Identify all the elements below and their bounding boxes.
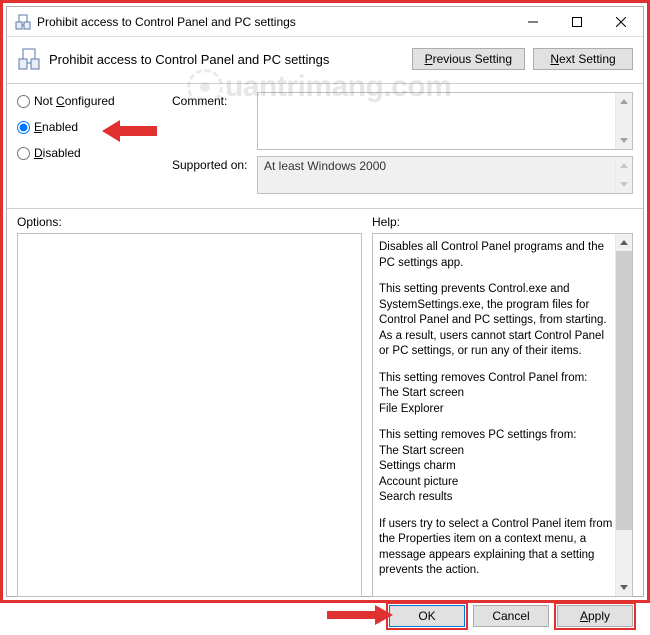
help-text: This setting removes PC settings from:: [379, 428, 616, 444]
scroll-up-icon[interactable]: [616, 93, 632, 110]
help-text: The Start screen: [379, 386, 616, 402]
window-title: Prohibit access to Control Panel and PC …: [37, 15, 511, 29]
app-icon: [15, 14, 31, 30]
titlebar: Prohibit access to Control Panel and PC …: [7, 7, 643, 37]
help-text: Account picture: [379, 475, 616, 491]
annotation-arrow-ok: [327, 603, 393, 627]
apply-button[interactable]: Apply: [557, 605, 633, 627]
help-panel: Disables all Control Panel programs and …: [372, 233, 633, 597]
scroll-down-icon[interactable]: [616, 132, 632, 149]
scrollbar-thumb[interactable]: [616, 251, 632, 530]
help-text: The Start screen: [379, 444, 616, 460]
not-configured-option[interactable]: Not Configured: [17, 94, 172, 108]
not-configured-label: Not Configured: [34, 94, 115, 108]
scroll-up-icon: [616, 157, 632, 174]
divider: [7, 208, 643, 209]
divider: [7, 83, 643, 84]
supported-scrollbar: [615, 157, 632, 193]
help-text: This setting removes Control Panel from:: [379, 371, 616, 387]
comment-label: Comment:: [172, 92, 257, 150]
previous-setting-button[interactable]: Previous Setting: [412, 48, 525, 70]
help-text: If users try to select a Control Panel i…: [379, 517, 616, 579]
enabled-radio[interactable]: [17, 121, 30, 134]
help-text: This setting prevents Control.exe and Sy…: [379, 282, 616, 360]
scroll-up-icon[interactable]: [616, 234, 632, 251]
enabled-label: Enabled: [34, 120, 78, 134]
supported-on-label: Supported on:: [172, 156, 257, 194]
header-row: Prohibit access to Control Panel and PC …: [17, 43, 633, 81]
supported-on-box: At least Windows 2000: [257, 156, 633, 194]
not-configured-radio[interactable]: [17, 95, 30, 108]
scroll-down-icon[interactable]: [616, 579, 632, 596]
scroll-down-icon: [616, 176, 632, 193]
policy-title: Prohibit access to Control Panel and PC …: [49, 52, 404, 67]
help-text: Settings charm: [379, 459, 616, 475]
disabled-label: Disabled: [34, 146, 81, 160]
options-label: Options:: [17, 215, 372, 229]
next-setting-button[interactable]: Next Setting: [533, 48, 633, 70]
annotation-arrow-enabled: [102, 116, 162, 146]
help-text: Disables all Control Panel programs and …: [379, 240, 616, 271]
help-scrollbar[interactable]: [615, 234, 632, 596]
maximize-button[interactable]: [555, 7, 599, 37]
policy-editor-window: Prohibit access to Control Panel and PC …: [6, 6, 644, 597]
help-text: File Explorer: [379, 402, 616, 418]
supported-on-value: At least Windows 2000: [264, 159, 386, 173]
options-panel: [17, 233, 362, 597]
ok-button[interactable]: OK: [389, 605, 465, 627]
window-controls: [511, 7, 643, 37]
comment-scrollbar[interactable]: [615, 93, 632, 149]
disabled-radio[interactable]: [17, 147, 30, 160]
dialog-footer: OK Cancel Apply: [17, 597, 633, 627]
comment-textarea[interactable]: [257, 92, 633, 150]
help-label: Help:: [372, 215, 400, 229]
minimize-button[interactable]: [511, 7, 555, 37]
disabled-option[interactable]: Disabled: [17, 146, 172, 160]
close-button[interactable]: [599, 7, 643, 37]
cancel-button[interactable]: Cancel: [473, 605, 549, 627]
state-radio-group: Not Configured Enabled Disabled: [17, 92, 172, 200]
policy-icon: [17, 47, 41, 71]
help-text: Search results: [379, 490, 616, 506]
